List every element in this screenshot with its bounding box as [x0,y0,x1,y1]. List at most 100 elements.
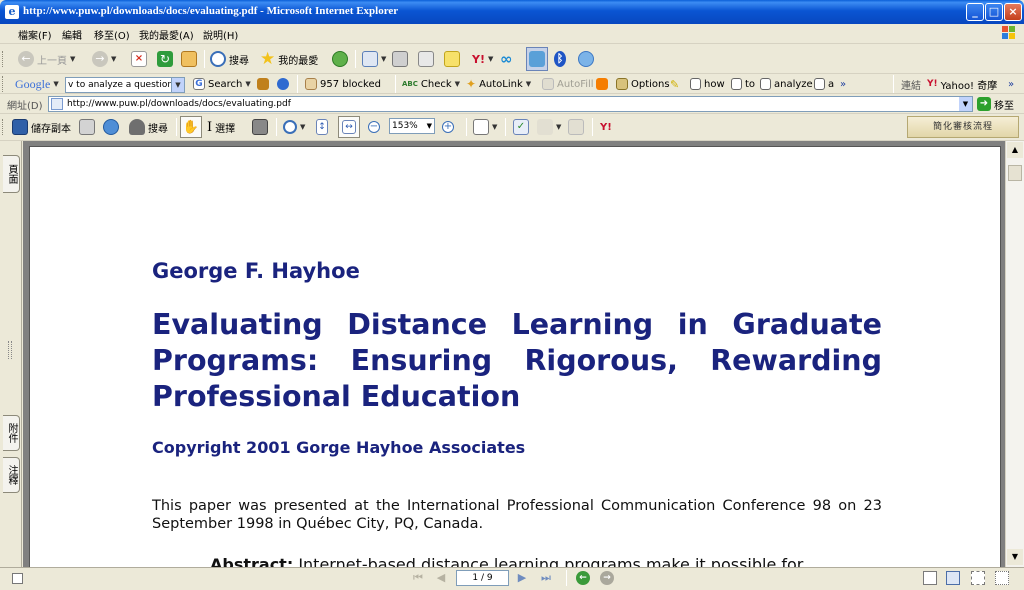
fit-width-button[interactable]: ↔ [338,116,360,138]
forward-button[interactable]: → ▼ [92,49,116,69]
close-button[interactable]: × [1004,3,1022,21]
single-page-layout-button[interactable] [923,571,937,585]
hand-icon: ✋ [182,119,200,135]
stop-button[interactable]: × [131,49,147,69]
go-button[interactable]: ➜ 移至 [977,94,1014,114]
term-a[interactable]: a [814,74,834,94]
fit-height-button[interactable]: ↕ [316,117,328,137]
mail-button[interactable]: ▼ [362,49,386,69]
note-button[interactable] [444,49,460,69]
vertical-scrollbar[interactable]: ▲ ▼ [1005,141,1024,567]
contacts-button[interactable] [578,49,594,69]
autofill-button[interactable]: AutoFill [542,74,594,94]
attach-button[interactable] [568,117,584,137]
sign-button[interactable]: ▼ [537,117,561,137]
url-input[interactable]: http://www.puw.pl/downloads/docs/evaluat… [48,96,973,112]
maximize-button[interactable]: □ [985,3,1003,21]
menu-bar: 檔案(F) 編輯 移至(O) 我的最愛(A) 說明(H) [0,24,1024,44]
fit-height-icon: ↕ [316,119,328,135]
previous-page-button[interactable]: ◀ [434,571,448,585]
edit-button[interactable] [418,49,434,69]
google-search-label: Search [208,78,243,90]
page-layout-button[interactable]: ▼ [473,117,497,137]
continuous-facing-layout-button[interactable] [995,571,1009,585]
favorites-button[interactable]: ★ 我的最愛 [260,49,318,69]
google-menu-button[interactable]: Google ▼ [15,74,59,94]
menu-favorites[interactable]: 我的最愛(A) [139,27,194,42]
continuous-layout-button[interactable] [946,571,960,585]
autofill-label: AutoFill [557,78,594,90]
print-button[interactable] [392,49,408,69]
google-search-input[interactable]: v to analyze a questionnaire ▼ [65,77,185,93]
select-tool-button[interactable]: I 選擇 [207,117,235,137]
previous-view-icon[interactable]: ← [576,571,590,585]
messenger-button[interactable]: ∞ [500,49,513,69]
next-view-icon[interactable]: → [600,571,614,585]
term-to[interactable]: to [731,74,755,94]
zoom-level-input[interactable]: 153% ▼ [389,118,435,134]
scroll-thumb[interactable] [1008,165,1022,181]
menu-file[interactable]: 檔案(F) [18,27,52,42]
refresh-button[interactable]: ↻ [157,49,173,69]
document-title: Evaluating Distance Learning in Graduate… [152,308,882,413]
magnifier-icon [283,120,297,134]
more-chevron-button[interactable]: » [840,74,846,94]
document-author: George F. Hayhoe [152,259,360,283]
more-chevron-button[interactable]: » [1008,74,1014,94]
pdf-print-button[interactable] [79,117,95,137]
zoom-tool-button[interactable]: ▼ [283,117,305,137]
yahoo-link[interactable]: Y! Yahoo! 奇摩 [927,74,997,94]
abstract-text: Internet-based distance learning program… [293,555,804,567]
menu-go[interactable]: 移至(O) [94,27,130,42]
highlight-button[interactable]: ✎ [670,74,679,94]
snapshot-button[interactable] [252,117,268,137]
term-how[interactable]: how [690,74,725,94]
zoom-out-button[interactable]: − [368,117,380,137]
facing-layout-button[interactable] [971,571,985,585]
chevron-down-icon[interactable]: ▼ [959,97,972,111]
tab-pages[interactable]: 頁面 [3,155,20,193]
options-button[interactable]: Options [616,74,670,94]
yahoo-pdf-button[interactable]: Y! [600,117,612,137]
next-page-button[interactable]: ▶ [515,571,529,585]
pane-resize-handle[interactable] [8,341,12,359]
pdf-search-button[interactable]: 搜尋 [129,117,168,137]
sticky-note-icon [444,51,460,67]
yahoo-button[interactable]: Y! ▼ [472,49,493,69]
first-page-button[interactable]: ⏮ [411,571,425,585]
scroll-down-button[interactable]: ▼ [1007,549,1023,565]
autolink-button[interactable]: ✦ AutoLink ▼ [466,74,531,94]
last-page-button[interactable]: ⏭ [539,571,553,585]
back-button[interactable]: ← 上一頁 ▼ [18,49,75,69]
menu-help[interactable]: 說明(H) [203,27,238,42]
popup-blocker-button[interactable]: 957 blocked [305,74,381,94]
simplified-review-button[interactable]: 簡化審核流程 [907,116,1019,138]
pagerank-button[interactable] [277,74,289,94]
research-button[interactable] [526,47,548,71]
spellcheck-button[interactable]: ABC Check ▼ [402,74,460,94]
save-copy-button[interactable]: 儲存副本 [12,117,71,137]
menu-edit[interactable]: 編輯 [62,27,82,42]
chevron-down-icon[interactable]: ▼ [427,119,432,133]
search-button[interactable]: 搜尋 [210,49,249,69]
bluetooth-button[interactable]: ᛒ [554,49,566,69]
home-button[interactable] [181,49,197,69]
zoom-in-button[interactable]: + [442,117,454,137]
page-number-input[interactable]: 1 / 9 [456,570,509,586]
ie-page-icon: e [5,5,19,19]
google-search-button[interactable]: G Search ▼ [193,74,251,94]
blogger-button[interactable] [596,74,608,94]
document-viewport[interactable]: George F. Hayhoe Evaluating Distance Lea… [23,141,1005,567]
scroll-up-button[interactable]: ▲ [1007,142,1023,158]
tab-attachments[interactable]: 附件 [3,415,20,451]
news-button[interactable] [257,74,269,94]
minimize-button[interactable]: _ [966,3,984,21]
tab-comments[interactable]: 注釋 [3,457,20,493]
email-button[interactable] [103,117,119,137]
separator [505,118,506,136]
hand-tool-button[interactable]: ✋ [180,116,202,138]
term-analyze[interactable]: analyze [760,74,813,94]
history-button[interactable] [332,49,348,69]
review-button[interactable]: ✓ [513,117,529,137]
chevron-down-icon[interactable]: ▼ [171,78,184,92]
